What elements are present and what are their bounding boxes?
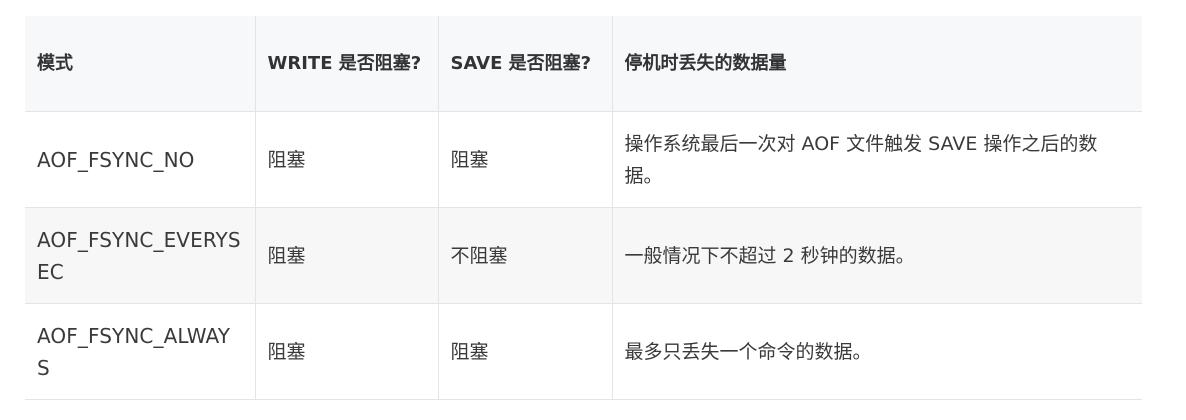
cell-save-blocking: 阻塞 <box>437 111 612 208</box>
cell-write-blocking: 阻塞 <box>254 303 438 400</box>
table-body: AOF_FSYNC_NO 阻塞 阻塞 操作系统最后一次对 AOF 文件触发 SA… <box>25 111 1142 400</box>
cell-data-loss: 操作系统最后一次对 AOF 文件触发 SAVE 操作之后的数据。 <box>611 111 1142 208</box>
cell-mode: AOF_FSYNC_ALWAYS <box>25 303 255 400</box>
table-row: AOF_FSYNC_NO 阻塞 阻塞 操作系统最后一次对 AOF 文件触发 SA… <box>25 111 1142 208</box>
aof-fsync-comparison-table: 模式 WRITE 是否阻塞? SAVE 是否阻塞? 停机时丢失的数据量 AOF_… <box>25 16 1142 400</box>
cell-write-blocking: 阻塞 <box>254 207 438 304</box>
cell-data-loss: 一般情况下不超过 2 秒钟的数据。 <box>611 207 1142 304</box>
cell-save-blocking: 不阻塞 <box>437 207 612 304</box>
cell-data-loss: 最多只丢失一个命令的数据。 <box>611 303 1142 400</box>
header-data-loss: 停机时丢失的数据量 <box>611 16 1142 112</box>
header-write-blocking: WRITE 是否阻塞? <box>254 16 438 112</box>
header-row: 模式 WRITE 是否阻塞? SAVE 是否阻塞? 停机时丢失的数据量 <box>25 16 1142 112</box>
header-save-blocking: SAVE 是否阻塞? <box>437 16 612 112</box>
cell-mode: AOF_FSYNC_EVERYSEC <box>25 207 255 304</box>
header-mode: 模式 <box>25 16 255 112</box>
cell-mode: AOF_FSYNC_NO <box>25 111 255 208</box>
table-header: 模式 WRITE 是否阻塞? SAVE 是否阻塞? 停机时丢失的数据量 <box>25 16 1142 112</box>
table-row: AOF_FSYNC_ALWAYS 阻塞 阻塞 最多只丢失一个命令的数据。 <box>25 303 1142 400</box>
cell-write-blocking: 阻塞 <box>254 111 438 208</box>
cell-save-blocking: 阻塞 <box>437 303 612 400</box>
table-row: AOF_FSYNC_EVERYSEC 阻塞 不阻塞 一般情况下不超过 2 秒钟的… <box>25 207 1142 304</box>
